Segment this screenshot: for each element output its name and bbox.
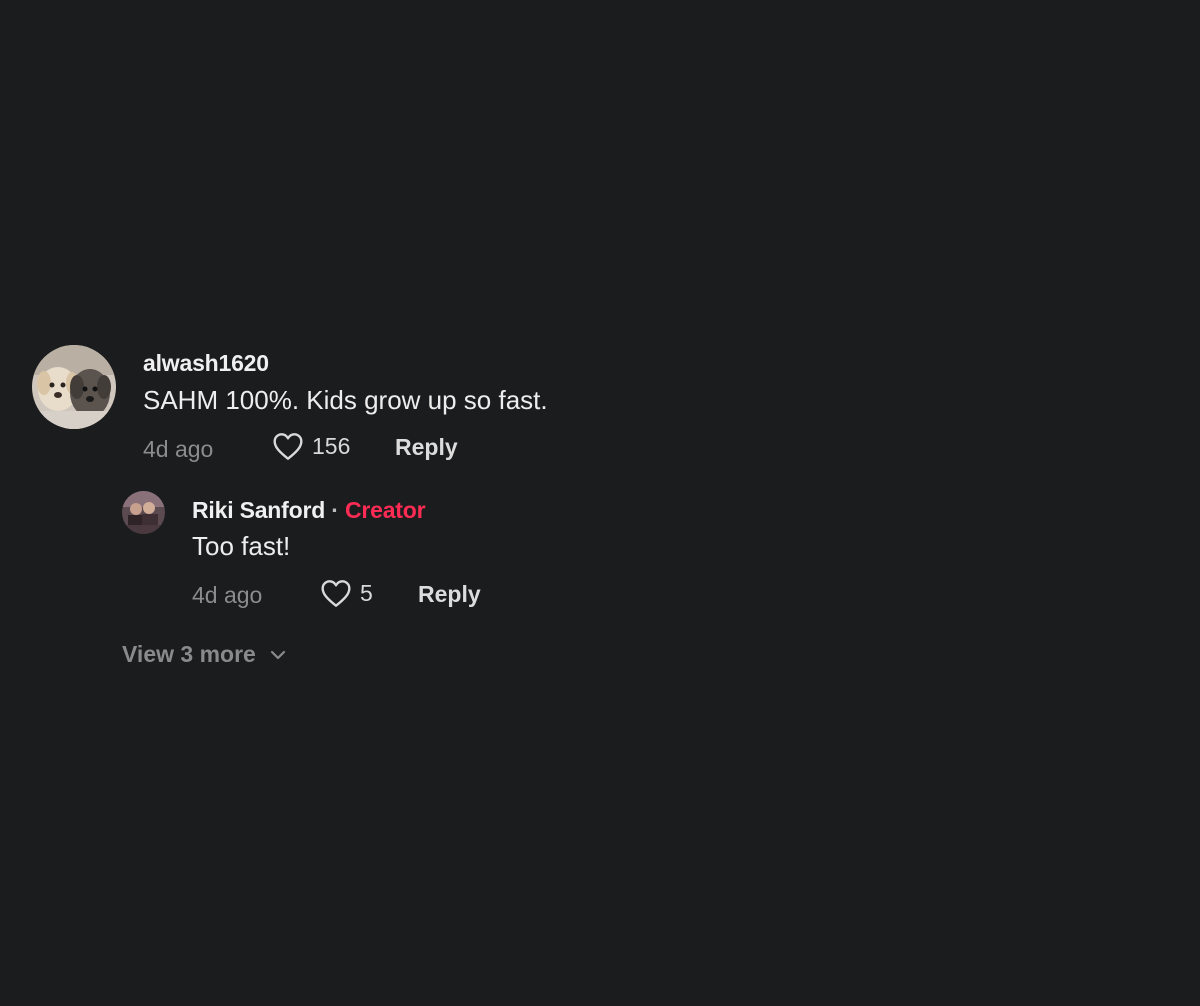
heart-outline-icon bbox=[321, 580, 351, 607]
name-separator: · bbox=[331, 497, 339, 523]
user-avatar-photo bbox=[122, 491, 165, 534]
creator-username[interactable]: Riki Sanford bbox=[192, 497, 325, 523]
comments-panel: alwash1620 SAHM 100%. Kids grow up so fa… bbox=[0, 0, 1200, 1006]
reply-like-count: 5 bbox=[360, 579, 373, 606]
comment-text: SAHM 100%. Kids grow up so fast. bbox=[143, 385, 548, 415]
comment-like-button[interactable]: 156 bbox=[272, 431, 350, 461]
view-more-replies-button[interactable]: View 3 more bbox=[122, 641, 288, 668]
comment-like-count: 156 bbox=[312, 432, 351, 459]
view-more-label: View 3 more bbox=[122, 641, 256, 667]
reply-like-button[interactable]: 5 bbox=[320, 578, 373, 608]
chevron-down-icon bbox=[270, 650, 285, 659]
commenter-avatar[interactable] bbox=[32, 345, 116, 429]
comment-reply-button[interactable]: Reply bbox=[395, 434, 458, 461]
reply-text: Too fast! bbox=[192, 531, 291, 561]
creator-name-line: Riki Sanford · Creator bbox=[192, 497, 426, 524]
commenter-username[interactable]: alwash1620 bbox=[143, 350, 269, 377]
creator-badge: Creator bbox=[344, 497, 426, 523]
comment-timestamp: 4d ago bbox=[143, 436, 214, 462]
creator-avatar[interactable] bbox=[122, 491, 165, 534]
reply-timestamp: 4d ago bbox=[192, 582, 263, 608]
reply-reply-button[interactable]: Reply bbox=[418, 581, 481, 608]
heart-outline-icon bbox=[273, 433, 303, 460]
dogs-avatar-photo bbox=[32, 345, 116, 429]
